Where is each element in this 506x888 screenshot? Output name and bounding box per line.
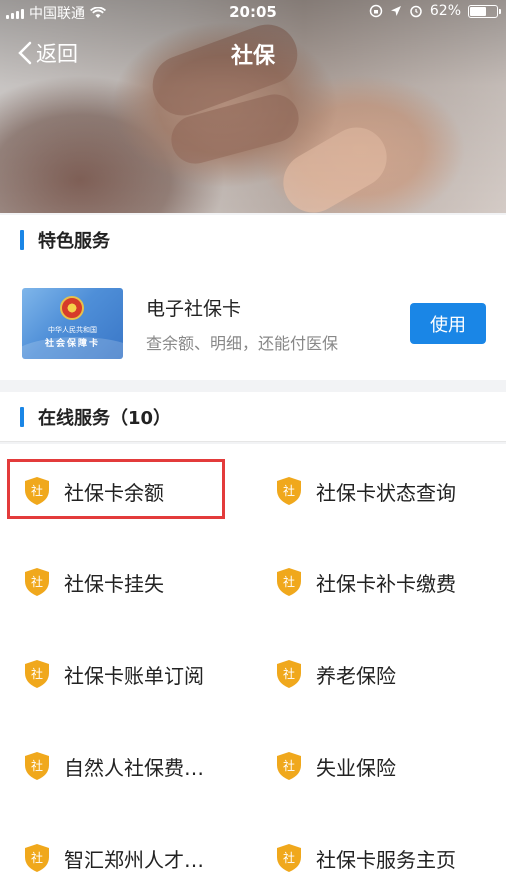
service-label: 自然人社保费…	[64, 755, 204, 780]
service-item-report-loss[interactable]: 社 社保卡挂失	[24, 557, 164, 607]
shield-icon: 社	[25, 844, 49, 872]
shield-icon: 社	[277, 660, 301, 688]
feature-title: 电子社保卡	[146, 298, 242, 320]
national-emblem-icon	[60, 296, 84, 320]
service-label: 智汇郑州人才…	[64, 847, 204, 872]
service-label: 养老保险	[316, 663, 396, 688]
service-item-card-homepage[interactable]: 社 社保卡服务主页	[276, 833, 456, 883]
service-item-status-query[interactable]: 社 社保卡状态查询	[276, 466, 456, 516]
service-item-reissue-fee[interactable]: 社 社保卡补卡缴费	[276, 557, 456, 607]
service-item-bill-subscription[interactable]: 社 社保卡账单订阅	[24, 649, 204, 699]
svg-text:社: 社	[283, 758, 295, 773]
service-item-personal-social-fee[interactable]: 社 自然人社保费…	[24, 741, 204, 791]
shield-icon: 社	[25, 660, 49, 688]
feature-subtitle: 查余额、明细，还能付医保	[146, 334, 339, 353]
shield-icon: 社	[277, 568, 301, 596]
svg-text:社: 社	[283, 574, 295, 589]
online-section-header: 在线服务（10）	[0, 392, 506, 442]
section-accent-bar	[20, 229, 24, 250]
page-title: 社保	[230, 44, 275, 69]
nav-bar: 返回 社保	[0, 30, 506, 78]
shield-icon: 社	[277, 752, 301, 780]
banner-image-shape	[166, 88, 304, 170]
svg-text:社: 社	[31, 758, 43, 773]
battery-percent: 62%	[429, 3, 461, 19]
service-item-pension[interactable]: 社 养老保险	[276, 649, 396, 699]
shield-icon: 社	[277, 477, 301, 505]
svg-text:社: 社	[31, 666, 43, 681]
social-security-card-image: 中华人民共和国 社会保障卡	[22, 288, 123, 359]
service-label: 社保卡账单订阅	[64, 663, 204, 688]
banner-image-shape	[272, 116, 398, 213]
highlight-box	[7, 459, 225, 519]
svg-text:社: 社	[283, 483, 295, 498]
online-section-title: 在线服务（10）	[38, 407, 172, 429]
service-label: 社保卡挂失	[64, 571, 164, 596]
battery-icon	[468, 4, 501, 18]
featured-section-title: 特色服务	[38, 230, 110, 252]
service-label: 失业保险	[316, 755, 396, 780]
svg-text:社: 社	[31, 850, 43, 865]
card-image-line1: 中华人民共和国	[48, 326, 97, 334]
service-label: 社保卡补卡缴费	[316, 571, 456, 596]
service-label: 社保卡服务主页	[316, 847, 456, 872]
svg-text:社: 社	[283, 850, 295, 865]
section-accent-bar	[20, 406, 24, 427]
use-button[interactable]: 使用	[410, 303, 486, 344]
svg-text:社: 社	[283, 666, 295, 681]
featured-section-header: 特色服务	[0, 215, 506, 265]
location-icon	[390, 6, 401, 16]
shield-icon: 社	[25, 752, 49, 780]
service-item-unemployment[interactable]: 社 失业保险	[276, 741, 396, 791]
status-bar: 中国联通 20:05 62%	[0, 0, 506, 24]
shield-icon: 社	[25, 568, 49, 596]
service-item-zhengzhou-talent[interactable]: 社 智汇郑州人才…	[24, 833, 204, 883]
svg-text:社: 社	[31, 574, 43, 589]
card-image-line2: 社会保障卡	[44, 339, 100, 349]
service-label: 社保卡状态查询	[316, 480, 456, 505]
alarm-icon	[410, 5, 422, 18]
rotation-lock-icon	[369, 4, 383, 18]
shield-icon: 社	[277, 844, 301, 872]
